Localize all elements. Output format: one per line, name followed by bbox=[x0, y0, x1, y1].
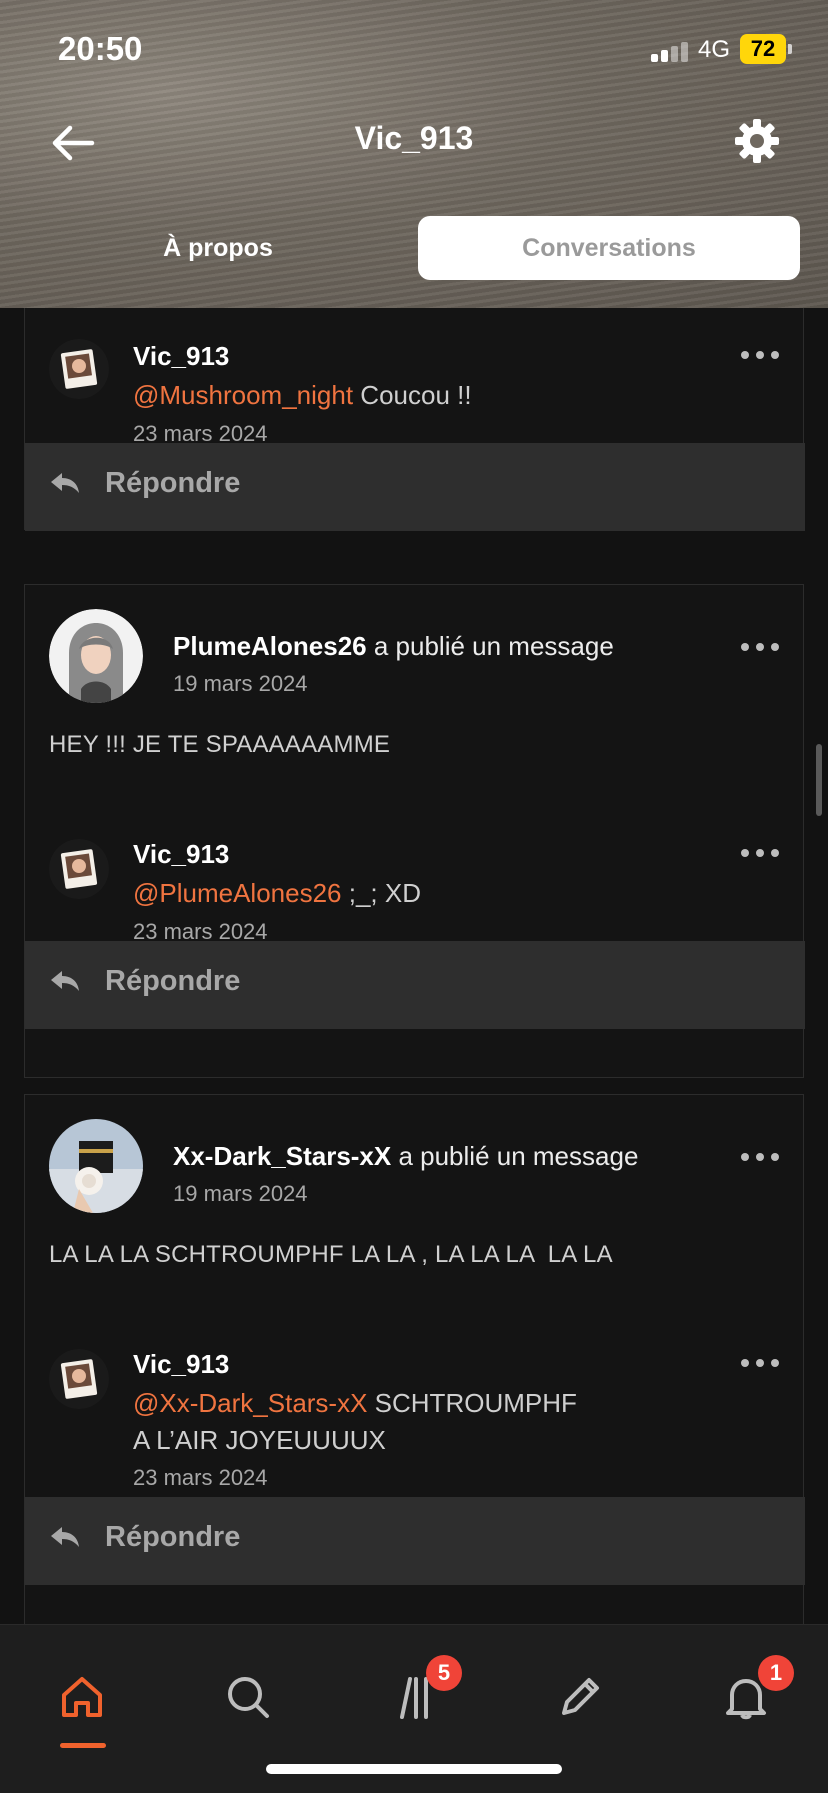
reply-message: ;_; XD bbox=[341, 878, 421, 908]
avatar[interactable] bbox=[49, 839, 109, 899]
mention-link[interactable]: @Mushroom_night bbox=[133, 380, 353, 410]
reply-text: @Xx-Dark_Stars-xX SCHTROUMPHF A L’AIR JO… bbox=[133, 1385, 583, 1459]
nav-write[interactable] bbox=[532, 1649, 628, 1745]
search-icon bbox=[228, 1677, 269, 1718]
reply-message: Coucou !! bbox=[353, 380, 472, 410]
avatar[interactable] bbox=[49, 1349, 109, 1409]
status-time: 20:50 bbox=[58, 30, 143, 67]
post-date: 19 mars 2024 bbox=[173, 671, 308, 696]
battery-level: 72 bbox=[750, 36, 776, 61]
post-action: a publié un message bbox=[391, 1141, 639, 1171]
reply-author[interactable]: Vic_913 bbox=[133, 839, 229, 870]
avatar[interactable] bbox=[49, 1119, 143, 1213]
reply-author[interactable]: Vic_913 bbox=[133, 1349, 229, 1380]
tab-about[interactable]: À propos bbox=[70, 216, 366, 280]
reply-button[interactable]: Répondre bbox=[25, 941, 805, 1029]
home-indicator[interactable] bbox=[266, 1764, 562, 1774]
post-body: HEY !!! JE TE SPAAAAAAMME bbox=[49, 731, 391, 758]
mention-link[interactable]: @Xx-Dark_Stars-xX bbox=[133, 1388, 367, 1418]
home-icon bbox=[62, 1677, 102, 1717]
pencil-icon bbox=[562, 1678, 599, 1715]
nav-home[interactable] bbox=[34, 1649, 130, 1748]
library-badge: 5 bbox=[426, 1655, 462, 1691]
more-options-icon[interactable] bbox=[741, 637, 781, 657]
thread-card: Vic_913 @Mushroom_night Coucou !! 23 mar… bbox=[24, 308, 805, 531]
nav-notifications[interactable]: 1 bbox=[698, 1649, 794, 1745]
mention-link[interactable]: @PlumeAlones26 bbox=[133, 878, 342, 908]
nav-search[interactable] bbox=[200, 1649, 296, 1745]
post-action: a publié un message bbox=[366, 631, 614, 661]
post-date: 19 mars 2024 bbox=[173, 1181, 308, 1206]
post-author[interactable]: Xx-Dark_Stars-xX bbox=[173, 1141, 391, 1171]
network-type: 4G bbox=[698, 36, 731, 63]
reply-text: @PlumeAlones26 ;_; XD bbox=[133, 875, 653, 912]
battery-icon: 72 bbox=[740, 34, 792, 64]
more-options-icon[interactable] bbox=[741, 1147, 781, 1167]
notifications-badge: 1 bbox=[758, 1655, 794, 1691]
reply-label: Répondre bbox=[105, 965, 241, 997]
more-options-icon[interactable] bbox=[741, 345, 781, 365]
gear-icon[interactable] bbox=[732, 116, 782, 166]
reply-icon bbox=[51, 473, 79, 493]
thread-card: Xx-Dark_Stars-xX a publié un message 19 … bbox=[24, 1094, 805, 1624]
reply-label: Répondre bbox=[105, 467, 241, 499]
profile-header: 20:50 4G 72 Vic_913 À propos Conversatio… bbox=[0, 0, 828, 308]
reply-button[interactable]: Répondre bbox=[25, 1497, 805, 1585]
page-title: Vic_913 bbox=[354, 120, 474, 156]
post-body: LA LA LA SCHTROUMPHF LA LA , LA LA LA LA… bbox=[49, 1241, 613, 1268]
nav-library[interactable]: 5 bbox=[366, 1649, 462, 1745]
scrollbar[interactable] bbox=[816, 744, 822, 816]
active-indicator bbox=[60, 1743, 106, 1748]
post-author-line: PlumeAlones26 a publié un message bbox=[173, 631, 614, 662]
reply-icon bbox=[51, 1527, 79, 1547]
avatar[interactable] bbox=[49, 609, 143, 703]
signal-icon bbox=[651, 42, 691, 62]
more-options-icon[interactable] bbox=[741, 843, 781, 863]
reply-label: Répondre bbox=[105, 1521, 241, 1553]
more-options-icon[interactable] bbox=[741, 1353, 781, 1373]
post-author[interactable]: PlumeAlones26 bbox=[173, 631, 367, 661]
reply-text: @Mushroom_night Coucou !! bbox=[133, 377, 653, 414]
avatar[interactable] bbox=[49, 339, 109, 399]
post-header: Xx-Dark_Stars-xX a publié un message 19 … bbox=[49, 1119, 803, 1219]
thread-card: PlumeAlones26 a publié un message 19 mar… bbox=[24, 584, 805, 1078]
reply-button[interactable]: Répondre bbox=[25, 443, 805, 531]
status-bar: 20:50 4G 72 bbox=[0, 0, 828, 100]
reply-icon bbox=[51, 971, 79, 991]
post-header: PlumeAlones26 a publié un message 19 mar… bbox=[49, 609, 803, 709]
conversation-list[interactable]: Vic_913 @Mushroom_night Coucou !! 23 mar… bbox=[0, 308, 828, 1624]
tab-conversations[interactable]: Conversations bbox=[418, 216, 800, 280]
post-author-line: Xx-Dark_Stars-xX a publié un message bbox=[173, 1141, 638, 1172]
reply-author[interactable]: Vic_913 bbox=[133, 341, 229, 372]
reply-date: 23 mars 2024 bbox=[133, 1465, 268, 1490]
